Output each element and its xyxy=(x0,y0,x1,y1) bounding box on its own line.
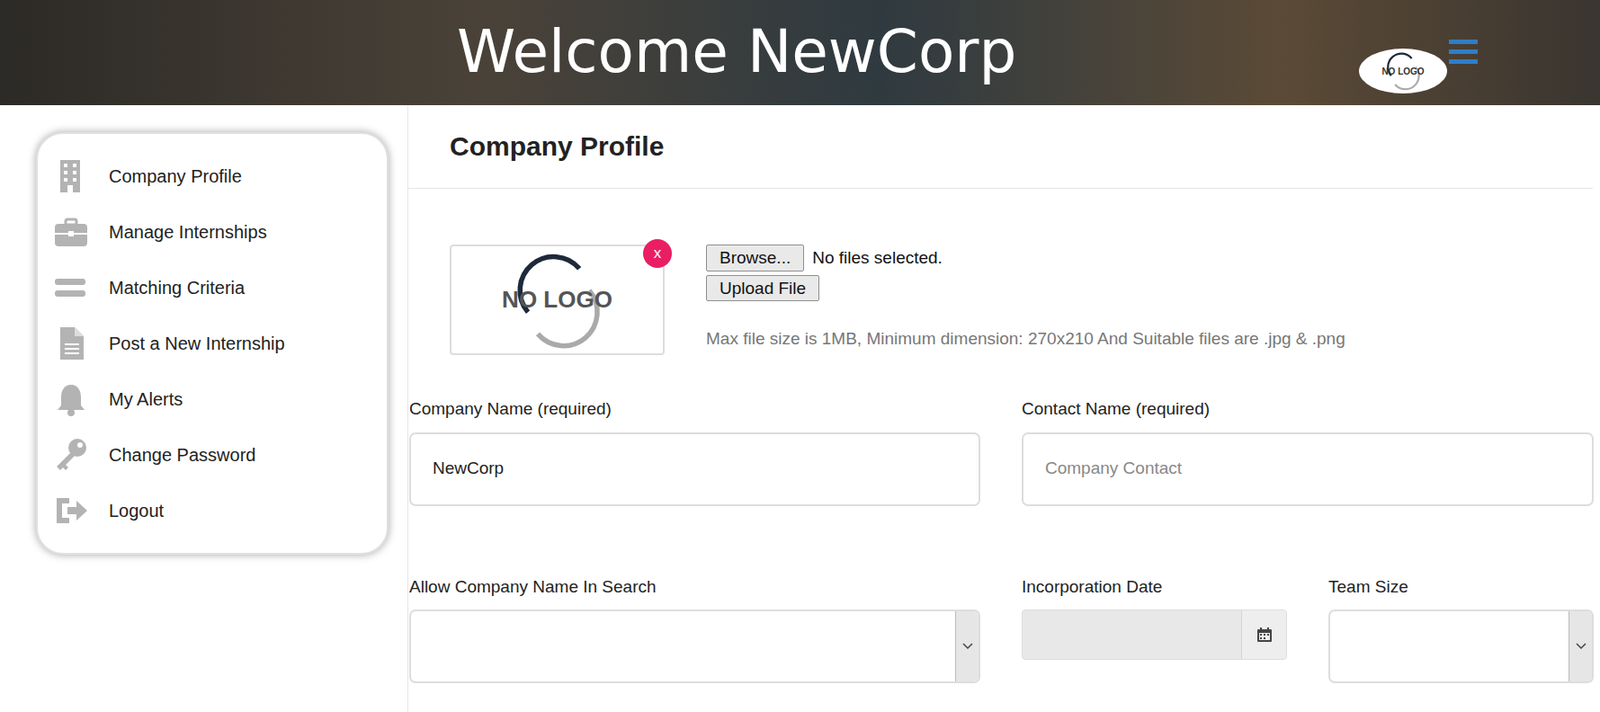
company-logo[interactable]: NO LOGO xyxy=(1358,48,1448,94)
sidebar-item[interactable]: Matching Criteria xyxy=(37,259,387,316)
select-field[interactable] xyxy=(409,609,981,684)
upload-hint: Max file size is 1MB, Minimum dimension:… xyxy=(706,326,1346,353)
select-value xyxy=(411,611,956,682)
sidebar-item[interactable]: Logout xyxy=(37,482,387,539)
sidebar-label: Company Profile xyxy=(108,162,242,190)
chevron-down-icon xyxy=(962,643,974,651)
sidebar-menu: Company Profile Manage Internships Matchin… xyxy=(35,132,389,555)
text-input[interactable] xyxy=(1021,432,1594,507)
sidebar: Company Profile Manage Internships Matchin… xyxy=(0,105,409,712)
welcome-title: Welcome NewCorp xyxy=(456,19,1017,86)
upload-controls: Browse... No files selected. Upload File Ma… xyxy=(706,244,1346,353)
chevron-down-icon xyxy=(1575,643,1587,651)
sidebar-item[interactable]: Post a New Internship xyxy=(37,315,387,372)
field-label: Incorporation Date xyxy=(1021,576,1288,599)
field-label: Contact Name (required) xyxy=(1021,398,1594,421)
profile-form: Company Name (required) Contact Name (req… xyxy=(408,398,1593,684)
text-input[interactable] xyxy=(409,432,981,507)
field-label: Company Name (required) xyxy=(409,398,981,421)
date-field xyxy=(1021,609,1288,661)
sidebar-label: Post a New Internship xyxy=(108,330,286,358)
field-label: Team Size xyxy=(1328,576,1594,599)
select-field[interactable] xyxy=(1328,609,1594,684)
sidebar-item[interactable]: My Alerts xyxy=(37,371,387,428)
logo-upload: NO LOGOx Browse... No files selected. Uploa… xyxy=(408,244,1593,356)
form-field: Team Size xyxy=(1328,576,1594,685)
form-field: Incorporation Date xyxy=(1021,576,1288,685)
document-icon xyxy=(53,325,90,362)
sidebar-label: Manage Internships xyxy=(108,218,268,246)
sidebar-label: Matching Criteria xyxy=(108,274,245,302)
date-value xyxy=(1022,610,1242,660)
header-tools: NO LOGO xyxy=(1358,0,1480,94)
field-label: Allow Company Name In Search xyxy=(409,576,981,599)
criteria-icon xyxy=(53,269,90,306)
sidebar-item[interactable]: Change Password xyxy=(37,427,387,483)
page-title: Company Profile xyxy=(449,130,664,163)
menu-icon[interactable] xyxy=(1447,37,1480,67)
form-field: Company Name (required) xyxy=(409,398,981,507)
sidebar-item[interactable]: Company Profile xyxy=(37,148,387,205)
logo-text: NO LOGO xyxy=(1381,64,1424,79)
bell-icon xyxy=(53,381,90,418)
form-field: Allow Company Name In Search xyxy=(409,576,981,685)
key-icon xyxy=(53,437,90,474)
dropdown-arrow[interactable] xyxy=(1568,611,1592,682)
page-body: Company Profile Manage Internships Matchin… xyxy=(0,105,1600,712)
sidebar-label: Change Password xyxy=(108,441,256,469)
sidebar-label: My Alerts xyxy=(108,385,183,413)
main-content: Company ProfileNO LOGOxBrowse...No files… xyxy=(408,105,1600,712)
building-icon xyxy=(53,158,90,195)
calendar-icon xyxy=(1256,626,1273,644)
browse-button[interactable]: Browse... xyxy=(706,244,805,272)
upload-row: Upload File xyxy=(706,275,1346,303)
dropdown-arrow[interactable] xyxy=(955,611,979,682)
file-status: No files selected. xyxy=(812,245,943,272)
sidebar-item[interactable]: Manage Internships xyxy=(37,204,387,260)
upload-button[interactable]: Upload File xyxy=(706,275,820,303)
preview-text: NO LOGO xyxy=(501,282,613,318)
logo-preview: NO LOGOx xyxy=(449,244,665,356)
file-picker: Browse... No files selected. xyxy=(706,244,1346,272)
page-header: Welcome NewCorp NO LOGO xyxy=(0,0,1600,106)
form-field: Contact Name (required) xyxy=(1021,398,1594,507)
sidebar-label: Logout xyxy=(108,497,164,525)
briefcase-icon xyxy=(53,214,90,251)
logout-icon xyxy=(53,492,90,529)
page-title-bar: Company Profile xyxy=(408,105,1593,189)
calendar-button[interactable] xyxy=(1241,610,1287,660)
remove-logo-button[interactable]: x xyxy=(643,239,672,269)
select-value xyxy=(1330,611,1569,682)
